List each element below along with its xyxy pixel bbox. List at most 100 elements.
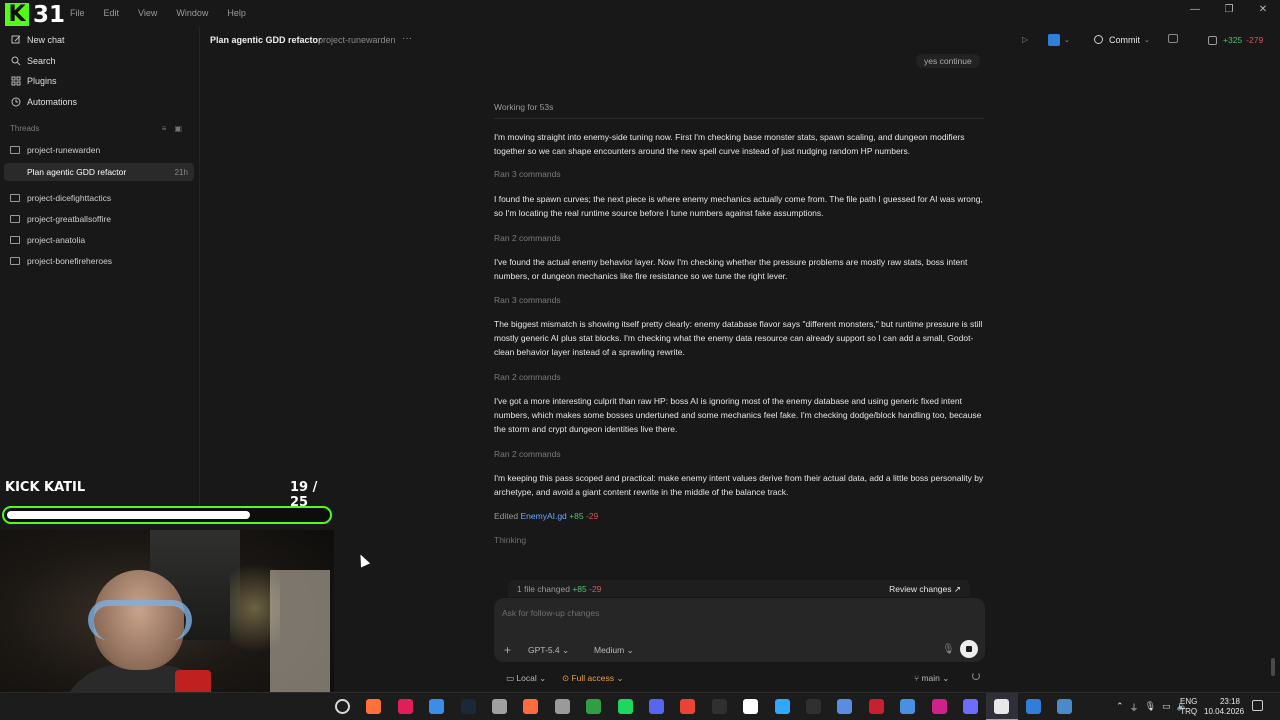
- language-indicator[interactable]: ENG TRQ: [1180, 697, 1197, 717]
- taskbar-app-icon[interactable]: [900, 699, 916, 714]
- taskbar-app-icon[interactable]: [649, 699, 664, 714]
- model-selector[interactable]: GPT-5.4 ⌄: [528, 645, 569, 656]
- search-icon: [10, 55, 21, 66]
- taskbar-app-icon[interactable]: [586, 699, 602, 714]
- taskbar-app-icon[interactable]: [1025, 699, 1041, 714]
- thread-item[interactable]: project-runewarden: [4, 141, 194, 159]
- branch-selector[interactable]: ⑂ main ⌄: [914, 673, 949, 684]
- search-button[interactable]: Search: [10, 55, 56, 66]
- sidebar-divider: [199, 26, 200, 506]
- project-name[interactable]: project-runewarden: [318, 35, 396, 45]
- taskbar-app-icon[interactable]: [492, 699, 507, 714]
- minimize-button[interactable]: —: [1178, 4, 1212, 15]
- taskbar-app-icon[interactable]: [335, 699, 350, 714]
- ran-commands[interactable]: Ran 2 commands: [494, 449, 561, 459]
- clock-icon: [10, 96, 21, 107]
- menu-view[interactable]: View: [138, 8, 157, 18]
- taskbar-app-icon[interactable]: [1057, 699, 1073, 714]
- stop-button[interactable]: [960, 640, 978, 658]
- thread-item-active[interactable]: Plan agentic GDD refactor 21h: [4, 163, 194, 181]
- more-options-icon[interactable]: ···: [402, 33, 412, 44]
- taskbar-app-icon[interactable]: [680, 699, 696, 714]
- ran-commands[interactable]: Ran 3 commands: [494, 169, 561, 179]
- taskbar-app-icon[interactable]: [806, 699, 821, 714]
- folder-icon: [10, 194, 20, 202]
- terminal-toggle-icon[interactable]: [1168, 34, 1178, 43]
- menu-edit[interactable]: Edit: [104, 8, 120, 18]
- assistant-message: I'm moving straight into enemy-side tuni…: [494, 132, 965, 156]
- taskbar-app-icon[interactable]: [743, 699, 759, 714]
- thread-label: Plan agentic GDD refactor: [27, 167, 127, 177]
- kick-logo-icon: K: [5, 3, 29, 27]
- follow-up-input[interactable]: Ask for follow-up changes: [502, 608, 599, 618]
- changes-bar: 1 file changed +85 -29 Review changes ↗: [508, 580, 970, 597]
- chevron-down-icon: ⌄: [1144, 36, 1150, 44]
- microphone-icon[interactable]: 🎙: [942, 644, 955, 655]
- mic-icon[interactable]: 🎙: [1145, 701, 1156, 714]
- taskbar-app-icon[interactable]: [774, 699, 790, 714]
- diff-deletions: -279: [1246, 35, 1264, 45]
- language-line2: TRQ: [1180, 707, 1198, 716]
- vscode-icon: [1048, 34, 1060, 46]
- access-selector[interactable]: ⊙ Full access ⌄: [562, 673, 623, 684]
- ran-commands[interactable]: Ran 3 commands: [494, 295, 561, 305]
- taskbar-app-icon[interactable]: [963, 699, 978, 714]
- effort-selector[interactable]: Medium ⌄: [594, 645, 634, 656]
- taskbar-app-icon[interactable]: [711, 699, 727, 714]
- menu-window[interactable]: Window: [176, 8, 208, 18]
- taskbar-app-icon[interactable]: [523, 699, 539, 714]
- commit-button[interactable]: Commit ⌄: [1088, 31, 1156, 48]
- menu-bar: K 31 File Edit View Window Help — ❐ ✕: [0, 0, 1280, 28]
- diff-icon: [1208, 35, 1217, 45]
- user-message: yes continue: [916, 54, 980, 68]
- open-in-editor-button[interactable]: ⌄: [1048, 32, 1078, 48]
- working-status[interactable]: Working for 53s: [494, 102, 553, 112]
- thread-item[interactable]: project-bonefireheroes: [4, 252, 194, 270]
- usb-icon[interactable]: ⏚: [1130, 701, 1139, 714]
- taskbar-app-icon[interactable]: [931, 699, 947, 714]
- thread-title: Plan agentic GDD refactor: [210, 35, 322, 45]
- nav-label: Search: [27, 55, 56, 66]
- new-thread-icon[interactable]: ▣: [174, 124, 190, 133]
- ran-commands[interactable]: Ran 2 commands: [494, 233, 561, 243]
- files-changed: 1 file changed +85 -29: [517, 584, 601, 594]
- assistant-message: I've got a more interesting culprit than…: [494, 396, 982, 434]
- scrollbar[interactable]: [1271, 658, 1275, 676]
- close-button[interactable]: ✕: [1246, 4, 1280, 15]
- attach-icon[interactable]: +: [504, 643, 511, 657]
- taskbar-app-icon[interactable]: [837, 699, 853, 714]
- taskbar-app-icon[interactable]: [554, 699, 570, 714]
- mouse-cursor-icon: [355, 552, 371, 568]
- tray-expand-icon[interactable]: ⌃: [1116, 701, 1124, 714]
- diff-summary[interactable]: +325 -279: [1208, 35, 1263, 45]
- network-icon[interactable]: ▭: [1162, 701, 1171, 714]
- taskbar-app-icon[interactable]: [429, 699, 445, 714]
- taskbar-app-icon[interactable]: [994, 699, 1010, 714]
- filter-icon[interactable]: ≡: [162, 124, 175, 133]
- clock[interactable]: 23:18 10.04.2026: [1204, 697, 1244, 717]
- plugins-button[interactable]: Plugins: [10, 75, 57, 86]
- taskbar-app-icon[interactable]: [868, 699, 884, 714]
- taskbar-app-icon[interactable]: [397, 699, 413, 714]
- play-icon[interactable]: ▷: [1022, 35, 1028, 44]
- environment-selector[interactable]: ▭ Local ⌄: [506, 673, 546, 684]
- automations-button[interactable]: Automations: [10, 96, 77, 107]
- thread-item[interactable]: project-anatolia: [4, 231, 194, 249]
- new-chat-button[interactable]: New chat: [10, 34, 65, 45]
- thread-item[interactable]: project-greatballsoffire: [4, 210, 194, 228]
- folder-icon: [10, 215, 20, 223]
- chevron-down-icon: ⌄: [1064, 37, 1070, 44]
- commit-label: Commit: [1109, 34, 1140, 45]
- maximize-button[interactable]: ❐: [1212, 4, 1246, 15]
- taskbar-app-icon[interactable]: [617, 699, 633, 714]
- review-changes-button[interactable]: Review changes ↗: [889, 584, 961, 595]
- ran-commands[interactable]: Ran 2 commands: [494, 372, 561, 382]
- thread-item[interactable]: project-dicefighttactics: [4, 189, 194, 207]
- edited-file-link[interactable]: EnemyAI.gd: [520, 511, 566, 521]
- taskbar-app-icon[interactable]: [460, 699, 476, 714]
- notifications-icon[interactable]: [1252, 700, 1263, 711]
- menu-help[interactable]: Help: [227, 8, 246, 18]
- menu-file[interactable]: File: [70, 8, 85, 18]
- assistant-message: I'm keeping this pass scoped and practic…: [494, 473, 984, 497]
- taskbar-app-icon[interactable]: [366, 699, 382, 714]
